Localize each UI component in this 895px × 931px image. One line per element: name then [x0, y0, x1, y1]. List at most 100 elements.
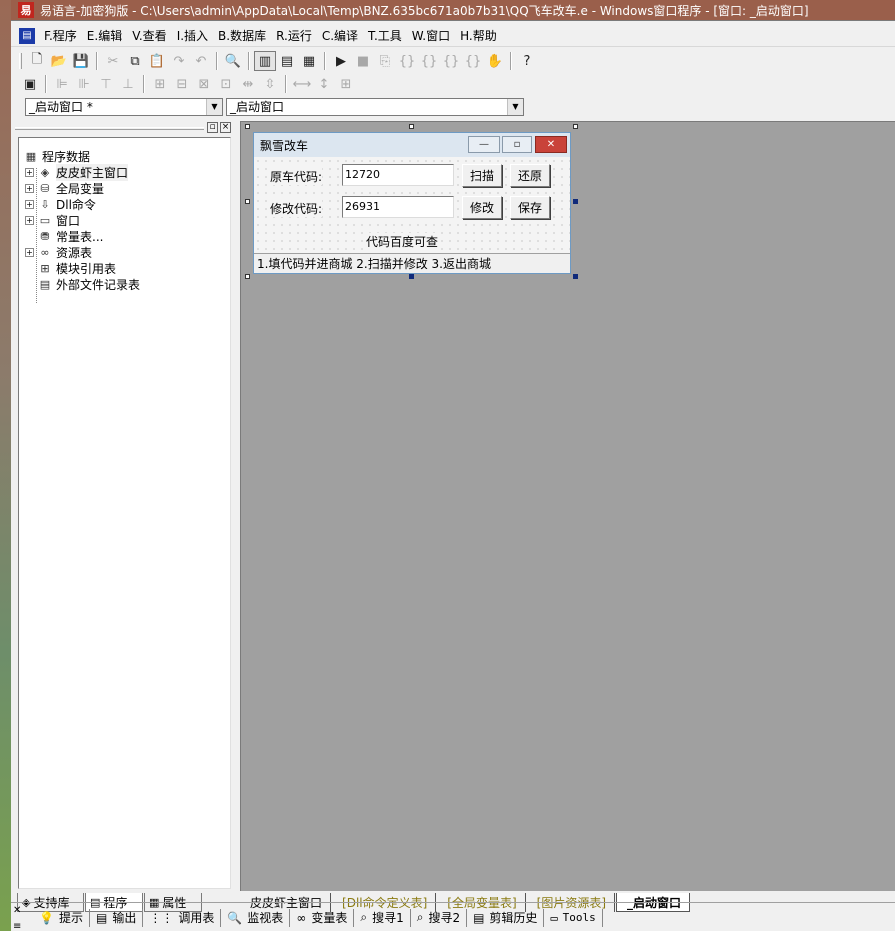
align-left-icon[interactable]: ⊫: [51, 74, 73, 94]
tab-output[interactable]: ▤ 输出: [90, 908, 144, 927]
tree-item-modules[interactable]: ⊞ 模块引用表: [25, 260, 116, 276]
scan-button[interactable]: 扫描: [462, 164, 502, 187]
form-designer[interactable]: 飘雪改车 — ▫ ✕ 原车代码: 12720 扫描 还原 修改代码: 26931…: [240, 121, 895, 891]
pin-icon[interactable]: ≡: [13, 921, 21, 931]
resize-handle[interactable]: [409, 274, 414, 279]
tree-item-main-window[interactable]: + ◈ 皮皮虾主窗口: [25, 163, 129, 181]
tab-call-stack[interactable]: ⋮⋮ 调用表: [143, 908, 222, 927]
menu-window[interactable]: W.窗口: [407, 27, 455, 44]
resize-handle[interactable]: [573, 199, 578, 204]
menu-insert[interactable]: I.插入: [172, 27, 213, 44]
tab-watch[interactable]: 🔍 监视表: [221, 908, 291, 927]
paste-icon[interactable]: 📋: [146, 51, 168, 71]
expand-icon[interactable]: +: [25, 199, 34, 209]
panel-restore-icon[interactable]: ▫: [207, 122, 218, 133]
step-out-icon[interactable]: {}: [440, 51, 462, 71]
orig-code-input[interactable]: 12720: [342, 164, 454, 186]
layout-output-icon[interactable]: ▤: [276, 51, 298, 71]
undo-icon[interactable]: ↶: [190, 51, 212, 71]
align-top-icon[interactable]: ⊤: [95, 74, 117, 94]
run-icon[interactable]: ▶: [330, 51, 352, 71]
align-bottom-icon[interactable]: ⊥: [117, 74, 139, 94]
tree-item-resources[interactable]: + ∞ 资源表: [25, 244, 92, 260]
chevron-down-icon[interactable]: ▼: [206, 99, 222, 115]
size-height-icon[interactable]: ↕: [313, 74, 335, 94]
menu-view[interactable]: V.查看: [127, 27, 171, 44]
hand-icon[interactable]: ✋: [484, 51, 506, 71]
resize-handle[interactable]: [245, 199, 250, 204]
menu-edit[interactable]: E.编辑: [82, 27, 127, 44]
same-width-icon[interactable]: ⊠: [193, 74, 215, 94]
tree-root[interactable]: ▦ 程序数据: [23, 148, 90, 164]
step-over-icon[interactable]: {}: [418, 51, 440, 71]
step-into-icon[interactable]: {}: [396, 51, 418, 71]
size-width-icon[interactable]: ⟷: [291, 74, 313, 94]
expand-icon[interactable]: +: [25, 167, 34, 177]
tree-item-globals[interactable]: + ⛁ 全局变量: [25, 180, 104, 196]
expand-icon[interactable]: +: [25, 183, 34, 193]
space-v-icon[interactable]: ⇳: [259, 74, 281, 94]
layout-split-icon[interactable]: ▦: [298, 51, 320, 71]
open-folder-icon[interactable]: 📂: [48, 51, 70, 71]
tab-search2[interactable]: ⌕ 搜寻2: [411, 908, 468, 927]
tree-item-constants[interactable]: ⛃ 常量表...: [25, 228, 103, 244]
align-right-icon[interactable]: ⊪: [73, 74, 95, 94]
menu-run[interactable]: R.运行: [271, 27, 317, 44]
menu-help[interactable]: H.帮助: [455, 27, 502, 44]
find-icon[interactable]: 🔍: [222, 51, 244, 71]
redo-icon[interactable]: ↷: [168, 51, 190, 71]
maximize-icon[interactable]: ▫: [502, 136, 532, 153]
tree-item-window[interactable]: + ▭ 窗口: [25, 212, 80, 228]
object-selector[interactable]: _启动窗口 ▼: [226, 98, 524, 116]
save-button[interactable]: 保存: [510, 196, 550, 219]
menu-compile[interactable]: C.编译: [317, 27, 363, 44]
resize-handle[interactable]: [409, 124, 414, 129]
menu-tools[interactable]: T.工具: [363, 27, 407, 44]
expand-icon[interactable]: +: [25, 215, 34, 225]
tab-tools[interactable]: ▭ Tools: [544, 908, 603, 927]
menu-database[interactable]: B.数据库: [213, 27, 271, 44]
center-h-icon[interactable]: ⊞: [149, 74, 171, 94]
center-v-icon[interactable]: ⊟: [171, 74, 193, 94]
form-icon[interactable]: ▣: [19, 74, 41, 94]
minimize-icon[interactable]: —: [468, 136, 500, 153]
toolbar-grip[interactable]: [19, 53, 22, 69]
close-icon[interactable]: ✕: [535, 136, 567, 153]
form-titlebar[interactable]: 飘雪改车 — ▫ ✕: [254, 133, 570, 157]
run-to-cursor-icon[interactable]: {}: [462, 51, 484, 71]
resize-handle[interactable]: [245, 124, 250, 129]
window-selector[interactable]: _启动窗口 * ▼: [25, 98, 223, 116]
close-icon[interactable]: ✕: [13, 905, 21, 916]
expand-icon[interactable]: +: [25, 247, 34, 257]
tab-clip-history[interactable]: ▤ 剪辑历史: [467, 908, 545, 927]
tab-hints[interactable]: 💡 提示: [33, 908, 90, 927]
resize-handle[interactable]: [573, 124, 578, 129]
resize-handle[interactable]: [245, 274, 250, 279]
restore-button[interactable]: 还原: [510, 164, 550, 187]
save-icon[interactable]: 💾: [70, 51, 92, 71]
chevron-down-icon[interactable]: ▼: [507, 99, 523, 115]
mod-code-input[interactable]: 26931: [342, 196, 454, 218]
menu-program[interactable]: F.程序: [39, 27, 82, 44]
tab-search1[interactable]: ⌕ 搜寻1: [354, 908, 411, 927]
document-menu-icon[interactable]: ▤: [19, 27, 35, 44]
stop-icon[interactable]: ■: [352, 51, 374, 71]
step-icon[interactable]: ⎘: [374, 51, 396, 71]
cut-icon[interactable]: ✂: [102, 51, 124, 71]
tree-item-external-files[interactable]: ▤ 外部文件记录表: [25, 276, 140, 292]
new-file-icon[interactable]: 🗋: [26, 51, 48, 71]
panel-close-icon[interactable]: ×: [220, 122, 231, 133]
resize-handle[interactable]: [573, 274, 578, 279]
tree-item-dll[interactable]: + ⇩ Dll命令: [25, 196, 96, 212]
layout-panel-icon[interactable]: ▥: [254, 51, 276, 71]
grid-icon[interactable]: ⊞: [335, 74, 357, 94]
same-height-icon[interactable]: ⊡: [215, 74, 237, 94]
window-titlebar[interactable]: 易 易语言-加密狗版 - C:\Users\admin\AppData\Loca…: [11, 0, 895, 20]
help-search-icon[interactable]: ?: [516, 51, 538, 71]
copy-icon[interactable]: ⧉: [124, 51, 146, 71]
space-h-icon[interactable]: ⇹: [237, 74, 259, 94]
tab-variables[interactable]: ∞ 变量表: [290, 908, 355, 927]
designed-form[interactable]: 飘雪改车 — ▫ ✕ 原车代码: 12720 扫描 还原 修改代码: 26931…: [253, 132, 571, 274]
modify-button[interactable]: 修改: [462, 196, 502, 219]
layers-icon: ◈: [40, 165, 50, 179]
